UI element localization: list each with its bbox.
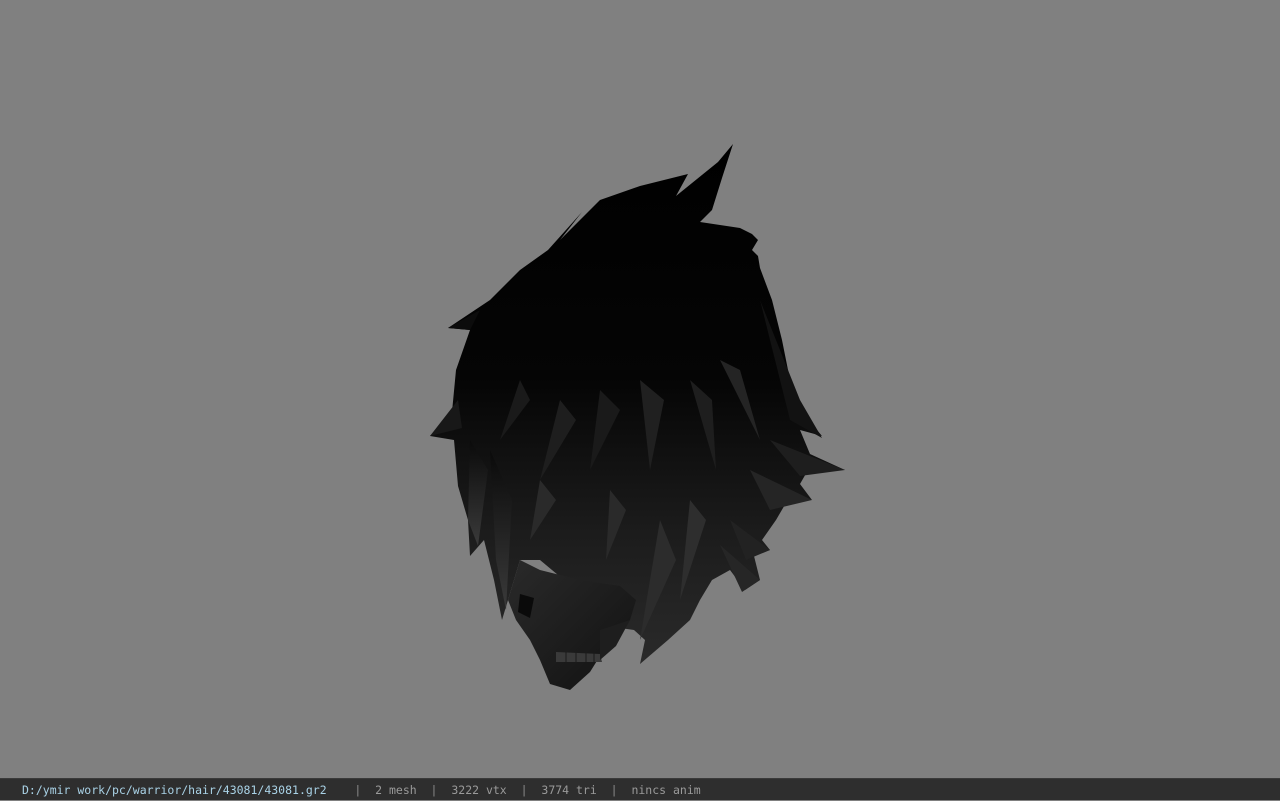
status-triangle-count: 3774 tri — [541, 783, 597, 797]
status-separator: | — [520, 783, 528, 797]
hair-model-render[interactable] — [0, 0, 1280, 778]
status-file-path: D:/ymir work/pc/warrior/hair/43081/43081… — [22, 783, 327, 797]
model-viewport[interactable] — [0, 0, 1280, 778]
status-bar: D:/ymir work/pc/warrior/hair/43081/43081… — [0, 778, 1280, 800]
status-animation: nincs anim — [631, 783, 701, 797]
status-vertex-count: 3222 vtx — [451, 783, 507, 797]
status-separator: | — [354, 783, 362, 797]
status-separator: | — [430, 783, 438, 797]
status-mesh-count: 2 mesh — [375, 783, 417, 797]
hair-mass — [430, 144, 845, 664]
status-separator: | — [610, 783, 618, 797]
